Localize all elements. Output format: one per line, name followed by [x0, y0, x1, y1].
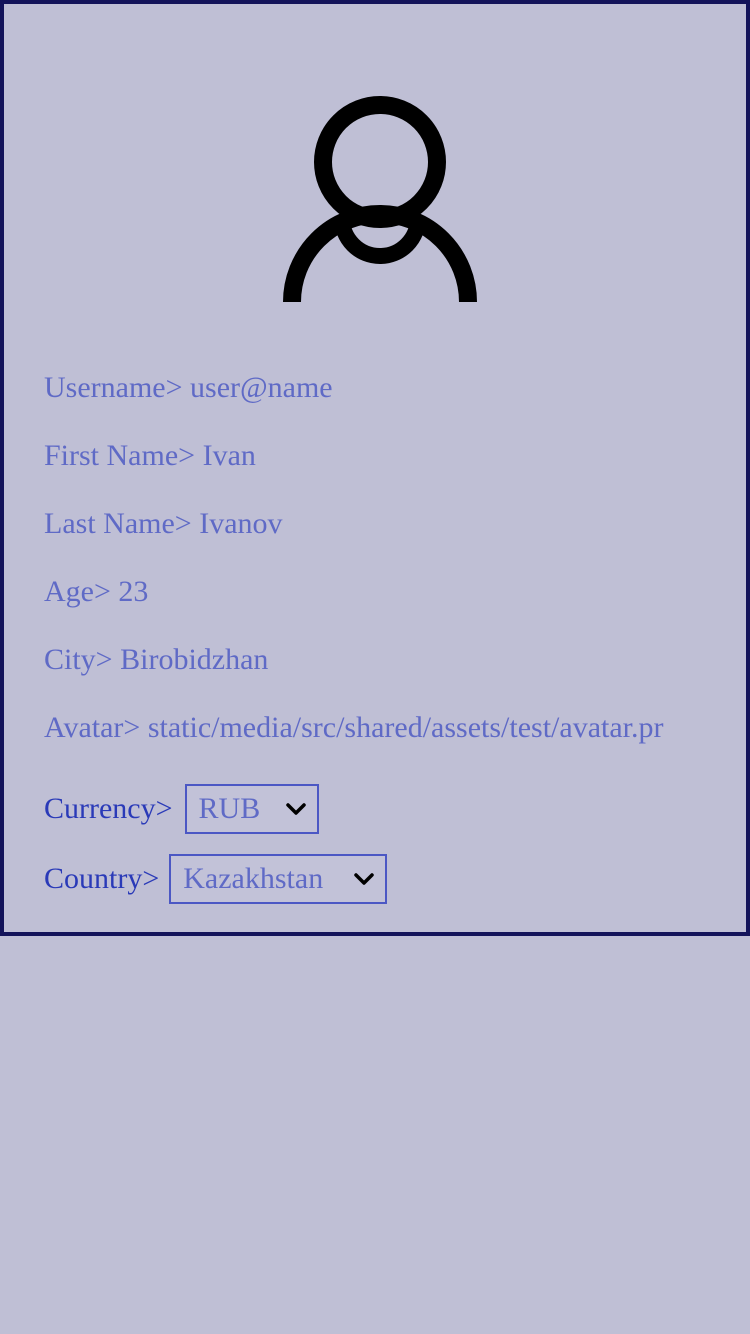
chevron-down-icon — [285, 803, 306, 815]
currency-row: Currency> RUB — [44, 774, 744, 844]
city-row: City> Birobidzhan — [44, 638, 744, 706]
profile-card: Username> user@name First Name> Ivan Las… — [0, 0, 750, 936]
first-name-value: Ivan — [202, 439, 256, 472]
city-label: City> — [44, 643, 113, 676]
currency-selected-value: RUB — [198, 792, 261, 825]
first-name-label: First Name> — [44, 439, 196, 472]
first-name-row: First Name> Ivan — [44, 434, 744, 502]
country-selected-value: Kazakhstan — [183, 862, 324, 895]
city-value: Birobidzhan — [120, 643, 269, 676]
country-row: Country> Kazakhstan — [44, 844, 744, 914]
chevron-down-icon — [354, 873, 375, 885]
username-row: Username> user@name — [44, 366, 744, 434]
avatar-value: static/media/src/shared/assets/test/avat… — [147, 711, 664, 744]
currency-label: Currency> — [44, 792, 173, 825]
username-label: Username> — [44, 371, 183, 404]
age-value: 23 — [118, 575, 149, 608]
country-select[interactable]: Kazakhstan — [169, 854, 388, 904]
age-label: Age> — [44, 575, 111, 608]
username-value: user@name — [190, 371, 333, 404]
profile-fields: Username> user@name First Name> Ivan Las… — [44, 366, 744, 914]
user-avatar-icon — [283, 96, 477, 303]
last-name-row: Last Name> Ivanov — [44, 502, 744, 570]
avatar-row: Avatar> static/media/src/shared/assets/t… — [44, 706, 744, 774]
last-name-label: Last Name> — [44, 507, 192, 540]
currency-select[interactable]: RUB — [184, 784, 319, 834]
age-row: Age> 23 — [44, 570, 744, 638]
avatar-label: Avatar> — [44, 711, 141, 744]
country-label: Country> — [44, 862, 160, 895]
last-name-value: Ivanov — [199, 507, 283, 540]
